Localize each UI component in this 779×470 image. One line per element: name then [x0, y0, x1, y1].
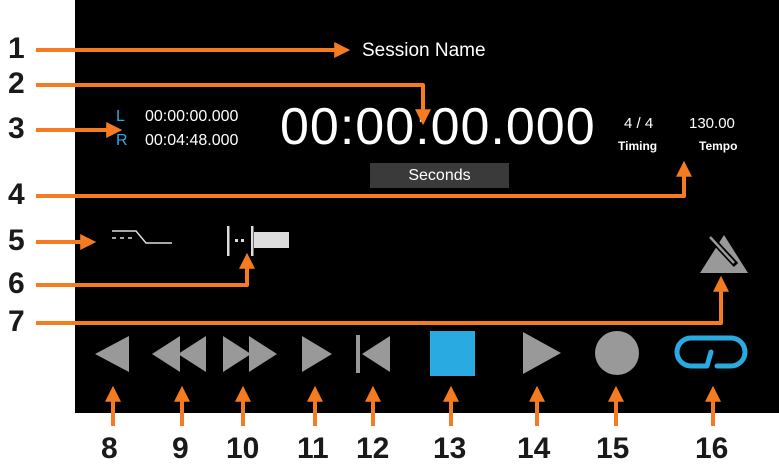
callout-arrow-7 — [36, 275, 729, 325]
callout-arrow-2 — [36, 83, 431, 126]
callout-arrows — [36, 42, 729, 426]
callout-arrow-4 — [36, 160, 692, 198]
callout-arrow-6 — [36, 252, 255, 287]
